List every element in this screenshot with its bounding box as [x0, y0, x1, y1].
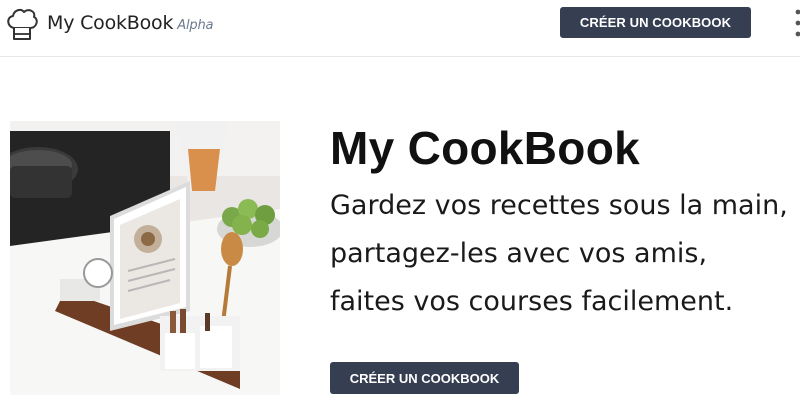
chef-hat-icon[interactable] [5, 6, 39, 42]
hero-image [10, 121, 280, 395]
hero-title: My CookBook [330, 122, 640, 174]
hero-tagline-line: faites vos courses facilement. [330, 286, 734, 317]
hero-create-cookbook-button[interactable]: CRÉER UN COOKBOOK [330, 362, 519, 394]
brand-tag: Alpha [177, 18, 214, 33]
navbar: My CookBook Alpha CRÉER UN COOKBOOK [0, 0, 800, 57]
hero-tagline-line: Gardez vos recettes sous la main, [330, 190, 788, 221]
create-cookbook-button[interactable]: CRÉER UN COOKBOOK [560, 7, 751, 38]
hero-tagline-line: partagez-les avec vos amis, [330, 238, 708, 269]
brand-logo[interactable]: My CookBook Alpha [47, 12, 213, 34]
vertical-dots-menu-icon[interactable] [793, 8, 800, 38]
brand-name: My CookBook [47, 12, 174, 34]
